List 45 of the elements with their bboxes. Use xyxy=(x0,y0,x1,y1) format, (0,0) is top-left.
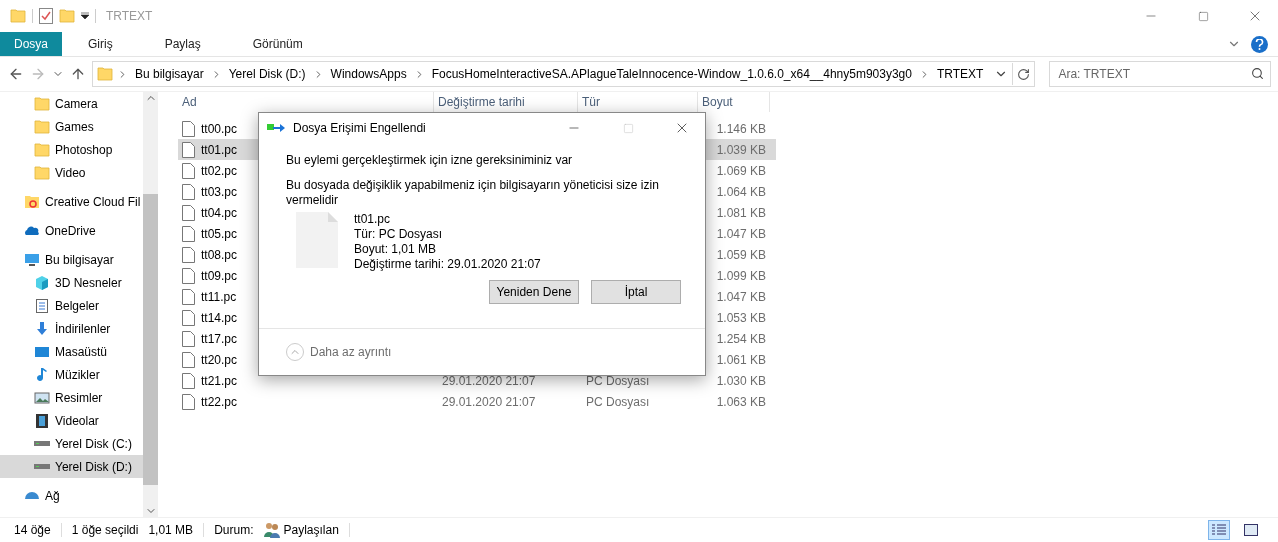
file-name: tt20.pc xyxy=(201,352,238,367)
size-cell-text: 1.099 KB xyxy=(715,268,767,283)
file-size: Boyut: 1,01 MB xyxy=(354,242,438,257)
date-cell-text: 29.01.2020 21:07 xyxy=(441,373,537,388)
selection-size: 1,01 MB xyxy=(148,523,194,537)
date-cell-text: 29.01.2020 21:07 xyxy=(441,394,537,409)
type-cell-text: PC Dosyası xyxy=(585,373,651,388)
size-cell-text: 1.047 KB xyxy=(715,226,767,241)
size-cell-text: 1.063 KB xyxy=(715,394,767,409)
dialog-title: Dosya Erişimi Engellendi xyxy=(293,121,426,135)
file-name: tt01.pc xyxy=(201,142,238,157)
file-name: tt05.pc xyxy=(201,226,238,241)
size-cell-text: 1.030 KB xyxy=(715,373,767,388)
size-cell-text: 1.053 KB xyxy=(715,310,767,325)
file-name: tt22.pc xyxy=(201,394,238,409)
file-name: tt11.pc xyxy=(201,289,237,304)
file-name: tt09.pc xyxy=(201,268,238,283)
dialog-message: Bu dosyada değişiklik yapabilmeniz için bilgisayarın yöneticisi size izin vermelidir xyxy=(286,178,660,208)
size-cell-text: 1.061 KB xyxy=(715,352,767,367)
size-cell-text: 1.064 KB xyxy=(715,184,767,199)
window-title: TRTEXT xyxy=(106,9,153,23)
file-name: tt14.pc xyxy=(201,310,238,325)
file-name: tt03.pc xyxy=(201,184,238,199)
file-name: tt02.pc xyxy=(201,163,238,178)
file-date: Değiştirme tarihi: 29.01.2020 21:07 xyxy=(354,257,541,272)
status-label: Durum: xyxy=(214,523,254,537)
size-cell-text: 1.254 KB xyxy=(715,331,767,346)
file-type: Tür: PC Dosyası xyxy=(354,227,444,242)
file-name: tt17.pc xyxy=(201,331,238,346)
file-name: tt21.pc xyxy=(201,373,238,388)
file-name: tt04.pc xyxy=(201,205,238,220)
size-cell-text: 1.039 KB xyxy=(715,142,767,157)
size-cell-text: 1.047 KB xyxy=(715,289,767,304)
selection-count: 1 öğe seçildi xyxy=(71,523,139,537)
size-cell-text: 1.081 KB xyxy=(715,205,767,220)
file-name: tt01.pc xyxy=(354,212,392,227)
file-name: tt00.pc xyxy=(201,121,238,136)
size-cell-text: 1.146 KB xyxy=(715,121,767,136)
dialog-heading: Bu eylemi gerçekleştirmek için izne gereksiniminiz var xyxy=(286,153,574,168)
size-cell-text: 1.059 KB xyxy=(715,247,767,262)
item-count: 14 öğe xyxy=(14,523,51,537)
file-name: tt08.pc xyxy=(201,247,238,262)
sharing-status: Paylaşılan xyxy=(283,523,339,537)
type-cell-text: PC Dosyası xyxy=(585,394,651,409)
size-cell-text: 1.069 KB xyxy=(715,163,767,178)
